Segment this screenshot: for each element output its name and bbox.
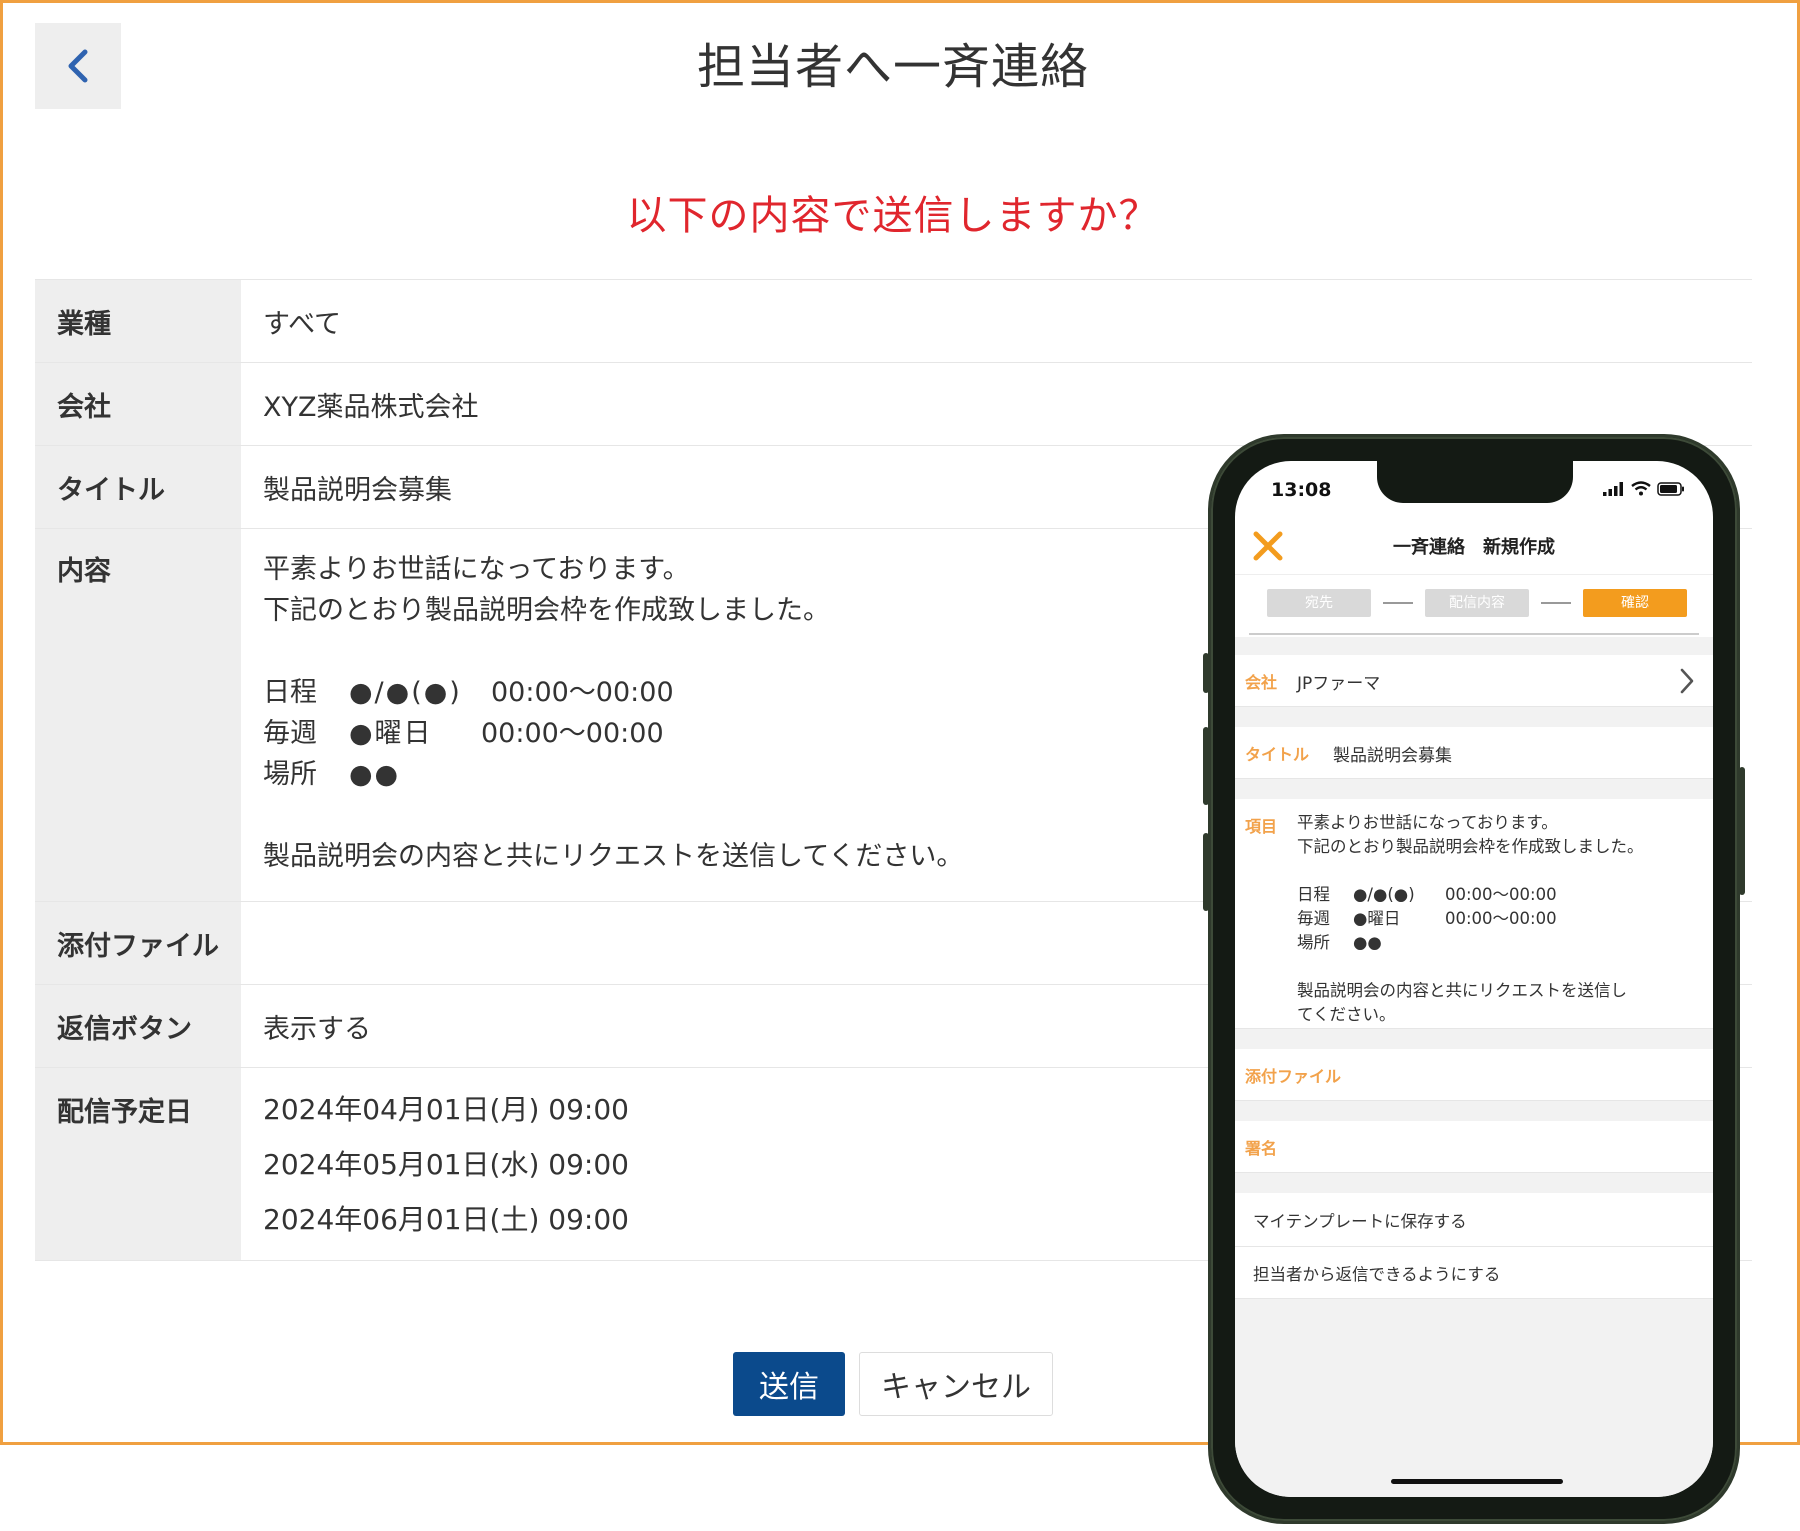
phone-side-button xyxy=(1203,727,1209,805)
signal-icon xyxy=(1603,482,1623,496)
phone-schedule-line: 日程 ●/●(●) 00:00～00:00 xyxy=(1297,885,1557,904)
step-recipient: 宛先 xyxy=(1267,589,1371,617)
phone-save-template[interactable]: マイテンプレートに保存する xyxy=(1235,1193,1713,1247)
phone-mockup: 13:08 一斉連絡 新規作成 宛先 配信内容 確認 会社 JPファーマ タイト… xyxy=(1203,434,1745,1524)
app-title: 一斉連絡 新規作成 xyxy=(1393,537,1555,558)
step-confirm: 確認 xyxy=(1583,589,1687,617)
phone-screen: 13:08 一斉連絡 新規作成 宛先 配信内容 確認 会社 JPファーマ タイト… xyxy=(1235,461,1713,1497)
row-label: 添付ファイル xyxy=(35,902,241,984)
app-header: 一斉連絡 新規作成 xyxy=(1235,517,1713,575)
phone-schedule-line: 毎週 ●曜日 00:00～00:00 xyxy=(1297,909,1557,928)
row-industry: 業種 すべて xyxy=(35,280,1752,363)
confirm-question: 以下の内容で送信しますか？ xyxy=(626,193,1160,239)
phone-row-attachment[interactable]: 添付ファイル xyxy=(1235,1049,1713,1101)
page-title: 担当者へ一斉連絡 xyxy=(696,39,1089,95)
phone-row-company[interactable]: 会社 JPファーマ xyxy=(1235,655,1713,707)
phone-side-button xyxy=(1203,653,1209,693)
step-content: 配信内容 xyxy=(1425,589,1529,617)
send-button[interactable]: 送信 xyxy=(733,1352,845,1416)
phone-schedule-line: 場所 ●● xyxy=(1297,933,1382,952)
status-icons xyxy=(1603,481,1685,496)
phone-row-signature[interactable]: 署名 xyxy=(1235,1121,1713,1173)
cancel-button[interactable]: キャンセル xyxy=(859,1352,1053,1416)
phone-side-button xyxy=(1203,833,1209,911)
chevron-right-icon xyxy=(1680,668,1694,694)
wifi-icon xyxy=(1631,481,1651,496)
phone-notch xyxy=(1377,461,1573,503)
row-label: 会社 xyxy=(35,363,241,445)
row-label: タイトル xyxy=(35,446,241,528)
step-indicator: 宛先 配信内容 確認 xyxy=(1235,583,1713,623)
row-label: 返信ボタン xyxy=(35,985,241,1067)
phone-side-button xyxy=(1739,767,1745,895)
row-value: すべて xyxy=(241,280,1752,362)
battery-icon xyxy=(1657,482,1684,496)
row-label: 業種 xyxy=(35,280,241,362)
row-label: 内容 xyxy=(35,529,241,901)
row-label: 配信予定日 xyxy=(35,1068,241,1260)
phone-allow-reply[interactable]: 担当者から返信できるようにする xyxy=(1235,1247,1713,1299)
home-indicator[interactable] xyxy=(1391,1479,1563,1484)
phone-row-title: タイトル 製品説明会募集 xyxy=(1235,727,1713,779)
status-time: 13:08 xyxy=(1271,479,1332,501)
phone-row-item: 項目 平素よりお世話になっております。 下記のとおり製品説明会枠を作成致しました… xyxy=(1235,799,1713,1029)
row-value: XYZ薬品株式会社 xyxy=(241,363,1752,445)
